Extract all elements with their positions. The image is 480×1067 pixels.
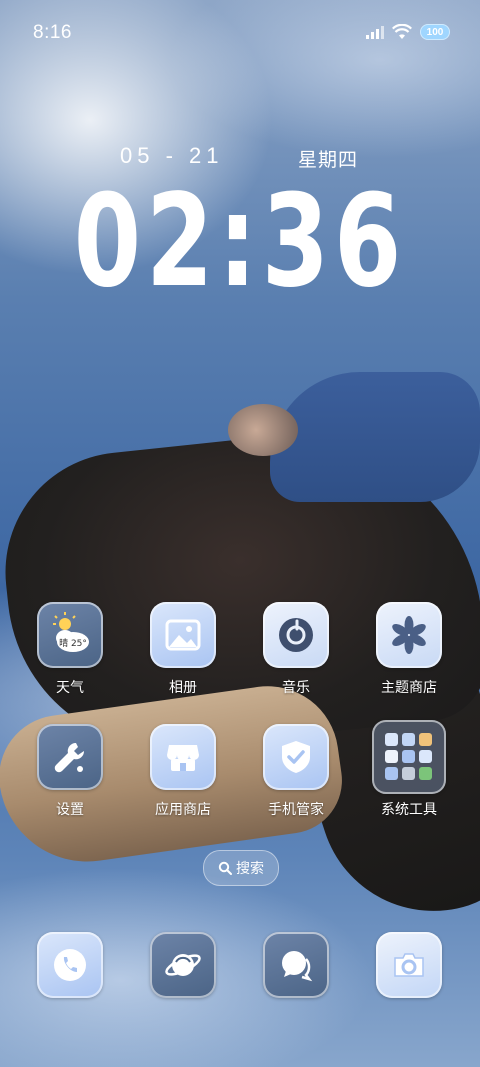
theme-store-icon [376,602,442,668]
weather-icon: 晴 25° [37,602,103,668]
app-phone-manager[interactable]: 手机管家 [240,724,352,819]
wallpaper-figure-shirt [270,372,480,502]
search-icon [218,861,232,875]
app-settings[interactable]: 设置 [14,724,126,819]
app-theme-store[interactable]: 主题商店 [353,602,465,697]
battery-level: 100 [426,26,444,38]
date-text: 05 - 21 [120,143,224,168]
app-label: 相册 [169,679,197,695]
status-icons: 100 [366,24,450,40]
settings-icon [37,724,103,790]
camera-icon[interactable] [376,932,442,998]
app-system-tools-folder[interactable]: 系统工具 [353,720,465,819]
wifi-icon [392,24,412,39]
app-weather[interactable]: 晴 25° 天气 [14,602,126,697]
messages-icon[interactable] [263,932,329,998]
app-app-store[interactable]: 应用商店 [127,724,239,819]
app-label: 手机管家 [268,801,324,817]
system-tools-folder-icon [372,720,446,794]
search-label: 搜索 [236,860,264,876]
app-label: 天气 [56,679,84,695]
battery-icon: 100 [420,24,450,40]
status-time: 8:16 [33,22,72,43]
app-label: 设置 [56,801,84,817]
app-label: 主题商店 [381,679,437,695]
app-store-icon [150,724,216,790]
wallpaper-figure-head [228,404,298,456]
music-icon [263,602,329,668]
app-label: 系统工具 [381,801,437,817]
wallpaper [0,0,480,1067]
app-music[interactable]: 音乐 [240,602,352,697]
app-label: 应用商店 [155,801,211,817]
clock-widget[interactable]: 02:36 [43,176,437,306]
gallery-icon [150,602,216,668]
browser-icon[interactable] [150,932,216,998]
app-label: 音乐 [282,679,310,695]
phone-manager-icon [263,724,329,790]
weather-widget-text: 晴 25° [59,637,87,649]
phone-icon[interactable] [37,932,103,998]
status-bar: 8:16 100 [0,0,480,66]
app-gallery[interactable]: 相册 [127,602,239,697]
signal-icon [366,26,384,39]
search-button[interactable]: 搜索 [203,850,279,886]
